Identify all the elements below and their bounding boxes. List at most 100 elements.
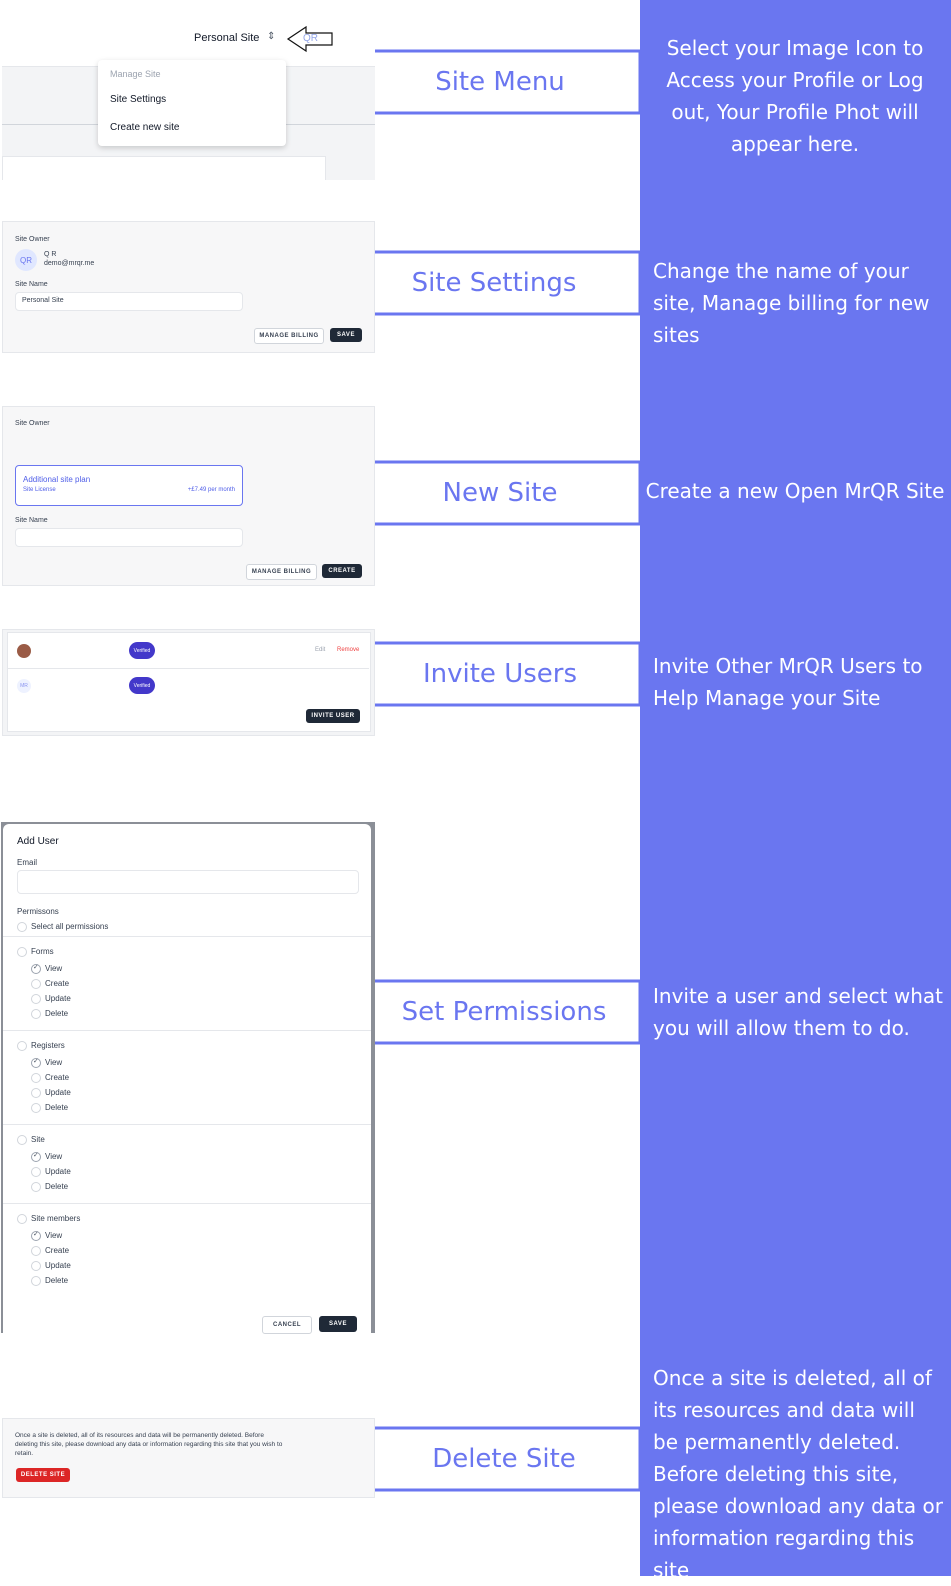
registers-delete-checkbox[interactable] (31, 1103, 41, 1113)
invite-user-button[interactable]: INVITE USER (306, 709, 360, 723)
forms-create-checkbox[interactable] (31, 979, 41, 989)
owner-avatar: QR (15, 249, 37, 271)
registers-create-checkbox[interactable] (31, 1073, 41, 1083)
forms-delete-checkbox[interactable] (31, 1009, 41, 1019)
site-name-input[interactable] (15, 528, 243, 547)
site-menu-screenshot: Personal Site ⇕ QR Manage Site Site Sett… (2, 12, 375, 180)
description-invite-users: Invite Other MrQR Users to Help Manage y… (653, 654, 923, 710)
registers-group-checkbox[interactable] (17, 1041, 27, 1051)
menu-header: Manage Site (110, 69, 161, 79)
site-update-checkbox[interactable] (31, 1167, 41, 1177)
new-site-screenshot: Site Owner Additional site plan Site Lic… (2, 406, 375, 586)
callout-site-settings: Site Settings (411, 268, 577, 298)
site-members-view-checkbox[interactable] (31, 1230, 41, 1241)
save-button[interactable]: SAVE (319, 1316, 357, 1332)
menu-item-site-settings[interactable]: Site Settings (110, 94, 166, 105)
site-name-label: Site Name (15, 517, 48, 524)
chevron-updown-icon[interactable]: ⇕ (267, 31, 275, 42)
forms-group-label: Forms (31, 947, 54, 956)
forms-group-checkbox[interactable] (17, 947, 27, 957)
callout-delete-site: Delete Site (432, 1444, 576, 1474)
forms-view-checkbox[interactable] (31, 963, 41, 974)
description-site-settings: Change the name of your site, Manage bil… (653, 259, 930, 347)
site-name-label: Site Name (15, 281, 48, 288)
registers-update-checkbox[interactable] (31, 1088, 41, 1098)
add-user-modal: Add User Email Permissons Select all per… (3, 824, 371, 1334)
delete-site-screenshot: Once a site is deleted, all of its resou… (2, 1418, 375, 1498)
registers-delete-label: Delete (45, 1103, 69, 1112)
forms-delete-label: Delete (45, 1009, 69, 1018)
description-set-permissions: Invite a user and select what you will a… (653, 984, 943, 1040)
plan-subtitle: Site License (23, 487, 56, 493)
site-delete-checkbox[interactable] (31, 1182, 41, 1192)
description-site-menu: Select your Image Icon to Access your Pr… (666, 36, 924, 156)
callout-site-menu: Site Menu (435, 67, 565, 97)
select-all-label: Select all permissions (31, 922, 109, 931)
site-delete-label: Delete (45, 1182, 69, 1191)
site-members-update-label: Update (45, 1261, 71, 1270)
delete-site-button[interactable]: DELETE SITE (16, 1468, 70, 1482)
cancel-button[interactable]: CANCEL (262, 1316, 312, 1334)
remove-link[interactable]: Remove (337, 647, 359, 653)
edit-link[interactable]: Edit (315, 647, 325, 653)
owner-name: Q R (44, 251, 57, 258)
site-members-view-label: View (45, 1231, 63, 1240)
site-members-delete-checkbox[interactable] (31, 1276, 41, 1286)
delete-warning-text: Once a site is deleted, all of its resou… (15, 1432, 283, 1457)
owner-label: Site Owner (15, 236, 50, 243)
site-view-label: View (45, 1152, 63, 1161)
permissions-label: Permissons (17, 907, 59, 916)
site-name-value: Personal Site (22, 297, 64, 304)
forms-create-label: Create (45, 979, 70, 988)
site-switcher-label[interactable]: Personal Site (194, 32, 259, 44)
divider (3, 936, 371, 937)
modal-title: Add User (17, 836, 59, 847)
site-name-input[interactable]: Personal Site (15, 292, 243, 311)
member-photo-avatar (17, 644, 31, 658)
description-delete-site: Once a site is deleted, all of its resou… (653, 1366, 943, 1582)
plan-price: +£7.49 per month (187, 487, 235, 493)
registers-group-label: Registers (31, 1041, 65, 1050)
forms-update-label: Update (45, 994, 71, 1003)
site-settings-screenshot: Site Owner QR Q R demo@mrqr.me Site Name… (2, 221, 375, 353)
save-button[interactable]: SAVE (330, 328, 362, 342)
content-card (2, 156, 326, 180)
forms-update-checkbox[interactable] (31, 994, 41, 1004)
site-members-update-checkbox[interactable] (31, 1261, 41, 1271)
email-input[interactable] (17, 870, 359, 894)
divider (3, 1030, 371, 1031)
site-update-label: Update (45, 1167, 71, 1176)
divider (3, 1124, 371, 1125)
row-divider (7, 668, 369, 669)
verified-badge: Verified (129, 677, 155, 694)
manage-billing-button[interactable]: MANAGE BILLING (254, 328, 324, 344)
registers-view-label: View (45, 1058, 63, 1067)
registers-view-checkbox[interactable] (31, 1057, 41, 1068)
owner-email: demo@mrqr.me (44, 260, 95, 267)
owner-label: Site Owner (15, 420, 50, 427)
site-dropdown-menu: Manage Site Site Settings Create new sit… (98, 60, 286, 146)
site-view-checkbox[interactable] (31, 1151, 41, 1162)
plan-title: Additional site plan (23, 475, 91, 484)
select-all-checkbox[interactable] (17, 922, 27, 932)
manage-billing-button[interactable]: MANAGE BILLING (246, 564, 317, 580)
additional-plan-card[interactable]: Additional site plan Site License +£7.49… (15, 465, 243, 506)
forms-view-label: View (45, 964, 63, 973)
menu-item-create-new-site[interactable]: Create new site (110, 122, 179, 133)
email-label: Email (17, 858, 38, 867)
site-members-group-label: Site members (31, 1214, 81, 1223)
member-initials-avatar: MR (17, 679, 31, 693)
site-group-checkbox[interactable] (17, 1135, 27, 1145)
verified-badge: Verified (129, 642, 155, 659)
description-panel (640, 0, 951, 1576)
avatar[interactable]: QR (303, 33, 318, 44)
registers-update-label: Update (45, 1088, 71, 1097)
site-members-group-checkbox[interactable] (17, 1214, 27, 1224)
site-members-create-label: Create (45, 1246, 70, 1255)
callout-new-site: New Site (442, 478, 558, 508)
site-members-create-checkbox[interactable] (31, 1246, 41, 1256)
create-button[interactable]: CREATE (322, 564, 362, 578)
registers-create-label: Create (45, 1073, 70, 1082)
invite-users-screenshot: Verified Edit Remove MR Verified INVITE … (2, 629, 375, 736)
callout-set-permissions: Set Permissions (401, 997, 607, 1027)
